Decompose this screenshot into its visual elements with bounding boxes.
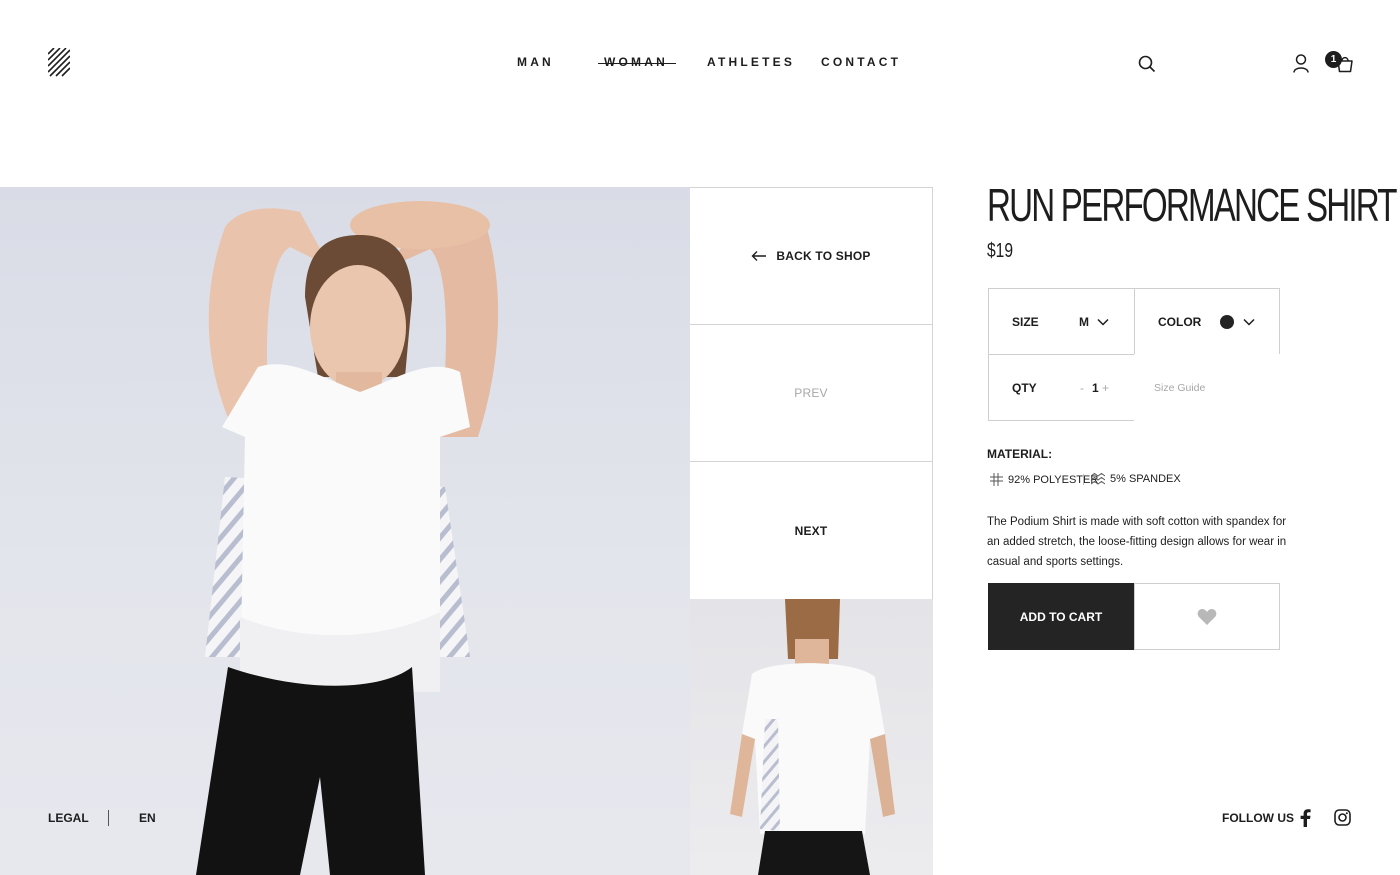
wishlist-button[interactable] <box>1134 583 1280 650</box>
product-title: RUN PERFORMANCE SHIRT <box>987 179 1398 231</box>
nav-item-contact[interactable]: CONTACT <box>821 55 901 69</box>
color-select[interactable]: COLOR <box>1134 288 1280 355</box>
product-price: $19 <box>987 240 1014 262</box>
product-thumbnail-image[interactable] <box>690 599 933 875</box>
legal-link[interactable]: LEGAL <box>48 811 89 825</box>
follow-us-label: FOLLOW US <box>1222 811 1294 825</box>
material-spandex-label: 5% SPANDEX <box>1110 473 1181 485</box>
language-switch[interactable]: EN <box>139 811 156 825</box>
arrow-left-icon <box>751 251 767 261</box>
material-polyester-label: 92% POLYESTER <box>1008 473 1099 486</box>
back-to-shop-button[interactable]: BACK TO SHOP <box>690 187 933 325</box>
main-nav: MAN WOMAN ATHLETES CONTACT <box>0 55 1400 73</box>
add-to-cart-button[interactable]: ADD TO CART <box>988 583 1134 650</box>
qty-decrement-button[interactable]: - <box>1080 381 1084 395</box>
search-icon[interactable] <box>1138 55 1156 78</box>
size-select[interactable]: SIZE M <box>988 288 1135 355</box>
size-guide-cell: Size Guide <box>1134 354 1280 421</box>
size-guide-link[interactable]: Size Guide <box>1154 382 1205 394</box>
nav-item-woman-label: WOMAN <box>604 55 668 69</box>
stretch-fabric-icon <box>1091 473 1105 485</box>
size-label: SIZE <box>1012 314 1039 329</box>
back-to-shop-label: BACK TO SHOP <box>776 249 871 263</box>
material-spandex: 5% SPANDEX <box>1091 473 1181 485</box>
nav-item-athletes[interactable]: ATHLETES <box>707 55 795 69</box>
user-icon[interactable] <box>1293 54 1309 78</box>
chevron-down-icon <box>1243 318 1255 326</box>
active-indicator <box>598 63 676 64</box>
qty-label: QTY <box>1012 380 1037 395</box>
chevron-down-icon <box>1097 318 1109 326</box>
product-description: The Podium Shirt is made with soft cotto… <box>987 516 1287 568</box>
instagram-icon[interactable] <box>1334 809 1351 831</box>
grid-fabric-icon <box>990 473 1003 486</box>
nav-item-woman[interactable]: WOMAN <box>598 55 676 69</box>
product-main-image <box>0 187 690 875</box>
cart-count-badge: 1 <box>1325 51 1342 68</box>
nav-item-man[interactable]: MAN <box>517 55 554 69</box>
quantity-stepper: QTY - 1 + <box>988 354 1135 421</box>
prev-button[interactable]: PREV <box>690 324 933 462</box>
next-label: NEXT <box>794 523 828 538</box>
color-swatch <box>1220 315 1234 329</box>
color-label: COLOR <box>1158 314 1202 329</box>
material-label: MATERIAL: <box>987 447 1053 461</box>
next-button[interactable]: NEXT <box>690 461 933 599</box>
footer-divider <box>108 810 109 826</box>
qty-increment-button[interactable]: + <box>1102 381 1109 395</box>
qty-value: 1 <box>1092 380 1099 395</box>
material-divider <box>1083 474 1084 485</box>
heart-icon <box>1197 608 1217 625</box>
prev-label: PREV <box>794 386 828 400</box>
size-value: M <box>1079 314 1089 329</box>
facebook-icon[interactable] <box>1300 809 1311 832</box>
